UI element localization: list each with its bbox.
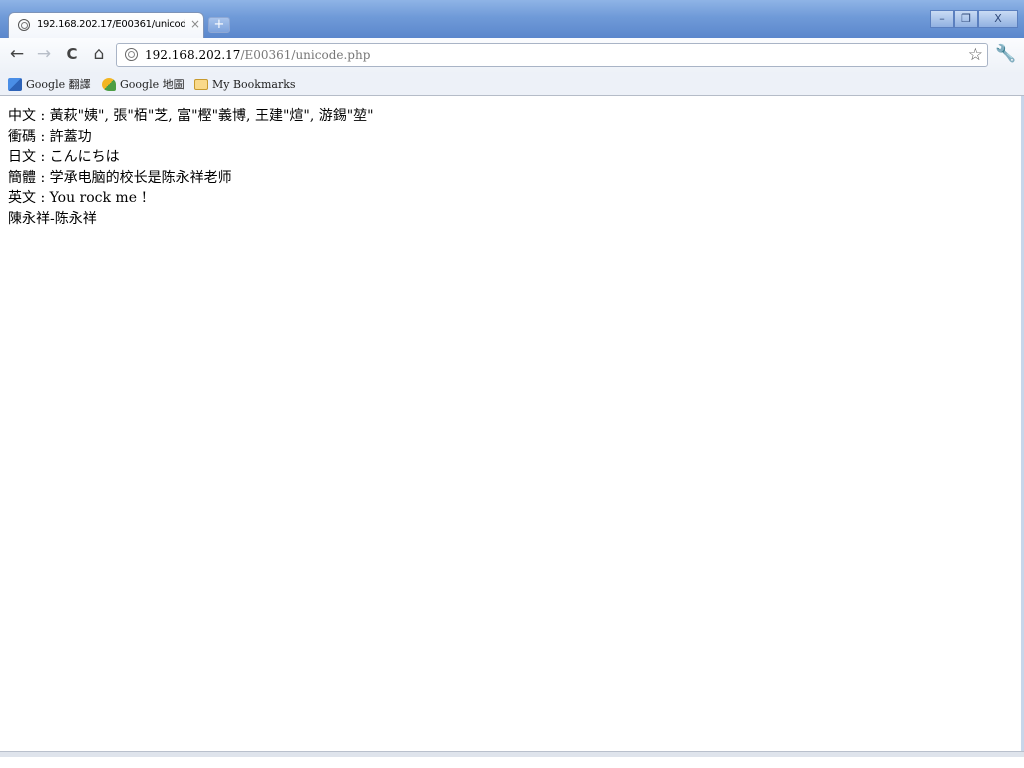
wrench-menu-icon[interactable]: 🔧 [995, 44, 1016, 64]
forward-button[interactable]: → [34, 44, 54, 64]
home-button[interactable]: ⌂ [89, 44, 109, 64]
bookmark-google-translate[interactable]: Google 翻譯 [8, 76, 91, 92]
text-line-code: 衝碼 : 許蓋功 [8, 128, 92, 145]
address-bar[interactable]: 192.168.202.17/E00361/unicode.php ☆ [116, 43, 988, 67]
bookmark-star-icon[interactable]: ☆ [968, 45, 983, 65]
bookmark-my-bookmarks[interactable]: My Bookmarks [194, 76, 296, 92]
translate-icon [8, 77, 22, 91]
browser-tab[interactable]: 192.168.202.17/E00361/unicode × [8, 12, 204, 38]
text-line-english: 英文 : You rock me ! [8, 190, 148, 206]
page-content: 中文 : 黃萩"姨", 張"栢"芝, 富"樫"義博, 王建"煊", 游錫"堃" … [8, 106, 374, 229]
navigation-toolbar: ← → C ⌂ 192.168.202.17/E00361/unicode.ph… [0, 38, 1024, 72]
text-line-japanese: 日文 : こんにちは [8, 149, 120, 165]
close-window-button[interactable]: X [978, 10, 1018, 28]
page-favicon-icon [18, 19, 30, 31]
window-controls: – ❐ X [930, 10, 1018, 30]
minimize-button[interactable]: – [930, 10, 954, 28]
back-button[interactable]: ← [7, 44, 27, 64]
bookmark-google-maps[interactable]: Google 地圖 [102, 76, 185, 92]
text-line-name: 陳永祥-陈永祥 [8, 210, 97, 227]
tab-close-button[interactable]: × [190, 17, 200, 31]
title-bar: 192.168.202.17/E00361/unicode × + – ❐ X [0, 0, 1024, 38]
text-line-chinese: 中文 : 黃萩"姨", 張"栢"芝, 富"樫"義博, 王建"煊", 游錫"堃" [8, 108, 374, 124]
url-text[interactable]: 192.168.202.17/E00361/unicode.php [145, 48, 370, 62]
restore-button[interactable]: ❐ [954, 10, 978, 28]
new-tab-button[interactable]: + [208, 17, 230, 33]
reload-button[interactable]: C [62, 44, 82, 64]
tab-title: 192.168.202.17/E00361/unicode [37, 19, 185, 30]
bookmarks-bar: Google 翻譯 Google 地圖 My Bookmarks [0, 72, 1024, 96]
url-path: /E00361/unicode.php [240, 48, 371, 62]
folder-icon [194, 78, 208, 90]
window-edge-bottom [0, 751, 1024, 757]
text-line-simplified: 簡體 : 学承电脑的校长是陈永祥老师 [8, 169, 232, 186]
bookmark-label: My Bookmarks [212, 77, 296, 91]
url-host: 192.168.202.17 [145, 48, 241, 62]
bookmark-label: Google 翻譯 [26, 78, 91, 91]
bookmark-label: Google 地圖 [120, 78, 185, 91]
maps-icon [102, 77, 116, 91]
page-info-icon[interactable] [125, 48, 138, 61]
